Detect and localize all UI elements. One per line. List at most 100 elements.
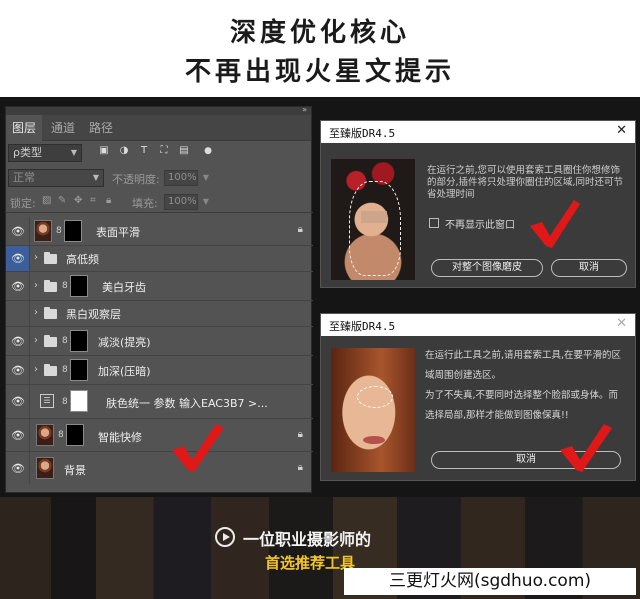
portrait-preview-image xyxy=(331,159,415,280)
expand-arrow-icon[interactable]: › xyxy=(34,335,38,346)
lock-icon: 🔒︎ xyxy=(297,224,303,235)
visibility-toggle[interactable]: 👁︎ xyxy=(6,385,30,418)
fill-value: 100% xyxy=(168,196,197,207)
blend-bar: 正常 ▼ 不透明度: 100% ▼ xyxy=(6,167,313,189)
visibility-toggle[interactable]: 👁︎ xyxy=(6,452,30,484)
layer-row[interactable]: 👁︎ › 8 减淡(提亮) xyxy=(6,327,313,356)
smooth-whole-image-button[interactable]: 对整个图像磨皮 xyxy=(431,259,543,277)
message-line: 域周围创建选区。 xyxy=(425,370,502,381)
fill-label: 填充: xyxy=(132,197,158,210)
filter-kind-select[interactable]: ρ类型 ▼ xyxy=(8,144,82,162)
opacity-label: 不透明度: xyxy=(112,173,160,186)
layer-row[interactable]: 👁︎ ☰ 8 肤色统一 参数 输入EAC3B7 >... xyxy=(6,385,313,419)
shape-filter-icon[interactable]: ⛶ xyxy=(158,145,170,157)
lock-pixels-icon[interactable]: ▨ xyxy=(42,195,51,206)
collapse-icon[interactable]: » xyxy=(302,105,307,114)
fill-field[interactable]: 100% ▼ xyxy=(164,194,209,210)
tab-channels[interactable]: 通道 xyxy=(48,115,78,141)
layer-row[interactable]: 👁︎ › 8 加深(压暗) xyxy=(6,356,313,385)
lock-bar: 锁定: ▨ ✎ ✥ ⌗ 🔒︎ 填充: 100% ▼ xyxy=(6,191,313,213)
chevron-down-icon: ▼ xyxy=(202,173,209,182)
visibility-toggle[interactable]: 👁︎ xyxy=(6,356,30,384)
cancel-button[interactable]: 取消 xyxy=(551,259,627,277)
message-line: 在运行此工具之前,请用套索工具,在要平滑的区 xyxy=(425,350,622,361)
layer-mask-thumbnail xyxy=(64,220,82,242)
close-icon[interactable]: ✕ xyxy=(616,123,627,138)
smart-object-filter-icon[interactable]: ▤ xyxy=(178,145,190,157)
brush-icon[interactable]: ✎ xyxy=(58,195,66,206)
layer-mask-thumbnail xyxy=(70,390,88,412)
visibility-toggle[interactable]: 👁︎ xyxy=(6,272,30,300)
tab-paths[interactable]: 路径 xyxy=(86,115,116,141)
layer-list: 👁︎ 8 表面平滑 🔒︎ 👁︎ › 高低频 👁︎ › 8 美白牙齿 · › xyxy=(6,217,313,484)
layer-thumbnail xyxy=(34,220,52,242)
layer-row[interactable]: 👁︎ › 8 美白牙齿 xyxy=(6,272,313,301)
dont-show-checkbox[interactable] xyxy=(429,218,439,228)
layer-name: 加深(压暗) xyxy=(98,365,151,378)
folder-icon xyxy=(44,280,57,292)
visibility-toggle[interactable]: · xyxy=(6,301,30,326)
type-filter-icon[interactable]: T xyxy=(138,145,150,157)
pixel-filter-icon[interactable]: ▣ xyxy=(98,145,110,157)
visibility-toggle[interactable]: 👁︎ xyxy=(6,327,30,355)
layer-name: 智能快修 xyxy=(98,431,142,444)
visibility-toggle[interactable]: 👁︎ xyxy=(6,419,30,451)
lock-all-icon[interactable]: 🔒︎ xyxy=(106,195,111,206)
move-icon[interactable]: ✥ xyxy=(74,195,82,206)
lasso-selection-outline xyxy=(349,181,401,276)
opacity-field[interactable]: 100% ▼ xyxy=(164,170,209,186)
layer-mask-thumbnail xyxy=(66,424,84,446)
message-line: 为了不失真,不要同时选择整个脸部或身体。而 xyxy=(425,390,619,401)
expand-arrow-icon[interactable]: › xyxy=(34,280,38,291)
expand-arrow-icon[interactable]: › xyxy=(34,252,38,263)
red-checkmark-icon xyxy=(530,200,580,248)
filter-toggle-icon[interactable]: ● xyxy=(202,145,214,157)
eye-hidden-icon: · xyxy=(9,309,27,322)
layer-row[interactable]: 👁︎ 背景 🔒︎ xyxy=(6,452,313,484)
folder-icon xyxy=(44,252,57,264)
layer-row[interactable]: · › 黑白观察层 xyxy=(6,301,313,327)
layer-mask-thumbnail xyxy=(70,330,88,352)
link-icon: 8 xyxy=(62,365,68,375)
layers-panel: » 图层 通道 路径 ρ类型 ▼ ▣ ◑ T ⛶ ▤ ● 正常 ▼ 不透明度: 10… xyxy=(5,105,313,493)
folder-icon xyxy=(44,307,57,319)
layer-mask-thumbnail xyxy=(70,275,88,297)
red-checkmark-icon xyxy=(560,424,612,472)
eye-icon: 👁︎ xyxy=(11,395,25,408)
blend-mode-select[interactable]: 正常 ▼ xyxy=(8,169,104,187)
watermark: 三更灯火网(sgdhuo.com) xyxy=(344,568,636,595)
layer-row[interactable]: 👁︎ 8 表面平滑 🔒︎ xyxy=(6,217,313,246)
eye-icon: 👁︎ xyxy=(11,225,25,238)
layer-name: 美白牙齿 xyxy=(102,281,146,294)
link-icon: 8 xyxy=(56,226,62,236)
dialog-titlebar[interactable]: 至臻版DR4.5 ✕ xyxy=(321,314,635,336)
layer-name: 背景 xyxy=(64,464,86,477)
folder-icon xyxy=(44,364,57,376)
eye-icon: 👁︎ xyxy=(11,280,25,293)
filter-kind-label: ρ类型 xyxy=(13,146,42,159)
headline-1: 深度优化核心 xyxy=(229,18,410,48)
panel-tabs: 图层 通道 路径 xyxy=(6,115,311,141)
chevron-down-icon: ▼ xyxy=(92,173,99,182)
panel-grip[interactable]: » xyxy=(6,105,311,115)
eye-icon: 👁︎ xyxy=(11,335,25,348)
dialog-title: 至臻版DR4.5 xyxy=(329,127,396,140)
visibility-toggle[interactable]: 👁︎ xyxy=(6,217,30,245)
expand-arrow-icon[interactable]: › xyxy=(34,307,38,318)
adjustment-filter-icon[interactable]: ◑ xyxy=(118,145,130,157)
header-banner: 深度优化核心 不再出现火星文提示 xyxy=(0,0,640,97)
adjustment-layer-icon: ☰ xyxy=(40,394,54,408)
chevron-down-icon: ▼ xyxy=(70,148,77,157)
tab-layers[interactable]: 图层 xyxy=(6,115,42,141)
close-icon[interactable]: ✕ xyxy=(616,316,627,331)
layer-name: 减淡(提亮) xyxy=(98,336,151,349)
link-icon: 8 xyxy=(62,397,68,407)
lock-label: 锁定: xyxy=(10,197,36,210)
layer-row[interactable]: 👁︎ 8 智能快修 🔒︎ xyxy=(6,419,313,452)
layer-row[interactable]: 👁︎ › 高低频 xyxy=(6,246,313,272)
play-icon xyxy=(215,527,235,547)
visibility-toggle[interactable]: 👁︎ xyxy=(6,246,30,271)
expand-arrow-icon[interactable]: › xyxy=(34,364,38,375)
dialog-titlebar[interactable]: 至臻版DR4.5 ✕ xyxy=(321,121,635,143)
artboard-icon[interactable]: ⌗ xyxy=(90,195,96,206)
